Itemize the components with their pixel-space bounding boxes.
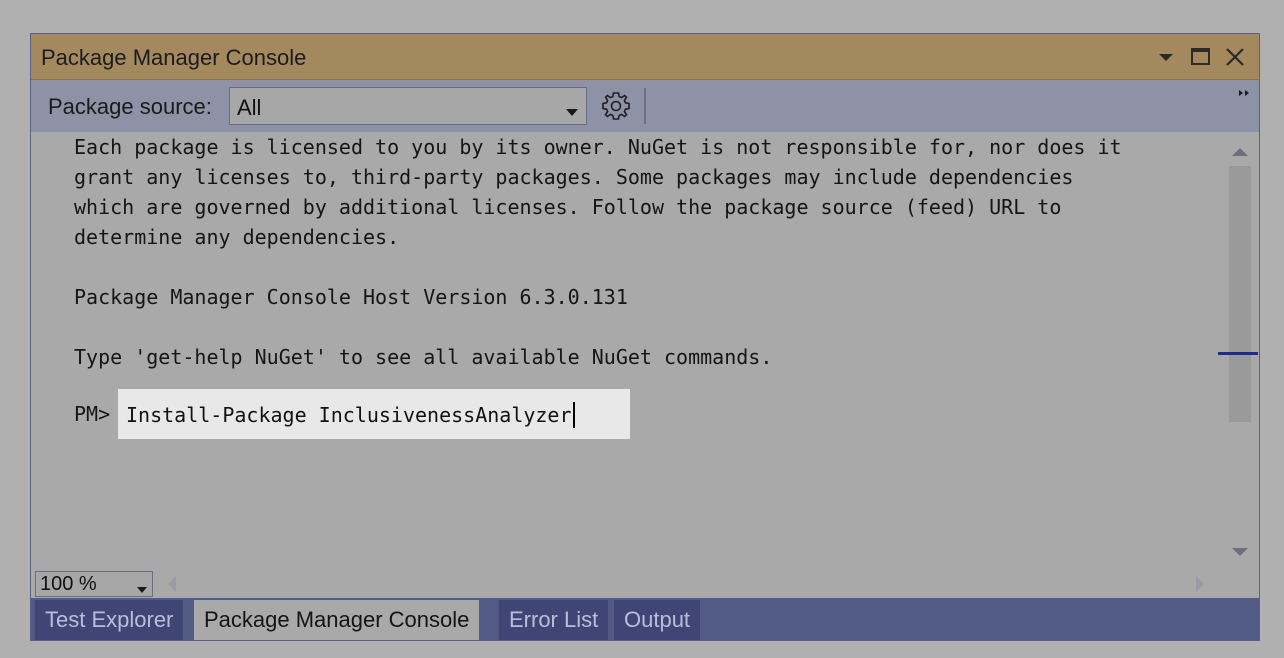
tool-window-tabs: Test Explorer Package Manager Console Er… <box>31 598 1259 640</box>
toolbar-overflow-icon[interactable] <box>1239 86 1251 104</box>
maximize-icon[interactable] <box>1188 44 1214 70</box>
console-footer: 100 % <box>31 568 1259 598</box>
chevron-down-icon <box>566 104 578 122</box>
console-line: Type 'get-help NuGet' to see all availab… <box>74 345 773 369</box>
scroll-down-arrow-icon[interactable] <box>1232 544 1248 562</box>
pm-prompt: PM> <box>74 402 111 426</box>
console-line: which are governed by additional license… <box>74 195 1062 219</box>
window-position-dropdown-icon[interactable] <box>1153 44 1179 70</box>
zoom-dropdown[interactable]: 100 % <box>35 571 153 597</box>
chevron-down-icon <box>137 581 147 599</box>
package-source-label: Package source: <box>48 94 212 119</box>
scroll-left-arrow-icon[interactable] <box>167 576 177 597</box>
title-bar: Package Manager Console <box>31 34 1259 80</box>
vertical-scrollbar[interactable] <box>1218 132 1259 568</box>
text-caret <box>572 402 575 428</box>
tab-test-explorer[interactable]: Test Explorer <box>35 600 184 640</box>
zoom-value: 100 % <box>40 573 97 595</box>
toolbar-separator <box>644 88 646 124</box>
console-line: grant any licenses to, third-party packa… <box>74 165 1074 189</box>
console-output[interactable]: Each package is licensed to you by its o… <box>31 132 1221 568</box>
package-manager-console-window: Package Manager Console Package source: … <box>30 33 1260 641</box>
tab-package-manager-console[interactable]: Package Manager Console <box>194 600 480 640</box>
scrollbar-thumb[interactable] <box>1229 166 1251 422</box>
scroll-up-arrow-icon[interactable] <box>1232 144 1248 162</box>
command-input[interactable]: Install-Package InclusivenessAnalyzer <box>118 389 630 439</box>
window-title: Package Manager Console <box>41 45 307 70</box>
package-source-value: All <box>237 95 262 120</box>
tab-error-list[interactable]: Error List <box>499 600 609 640</box>
scrollbar-caret-marker <box>1218 352 1258 355</box>
close-icon[interactable] <box>1222 44 1248 70</box>
console-line: Package Manager Console Host Version 6.3… <box>74 285 628 309</box>
gear-icon[interactable] <box>600 90 632 122</box>
console-line: Each package is licensed to you by its o… <box>74 135 1122 159</box>
command-text: Install-Package InclusivenessAnalyzer <box>126 403 572 427</box>
console-line: determine any dependencies. <box>74 225 400 249</box>
tab-output[interactable]: Output <box>614 600 701 640</box>
console-toolbar: Package source: All <box>31 80 1259 132</box>
scroll-right-arrow-icon[interactable] <box>1195 576 1205 597</box>
package-source-dropdown[interactable]: All <box>229 87 587 125</box>
